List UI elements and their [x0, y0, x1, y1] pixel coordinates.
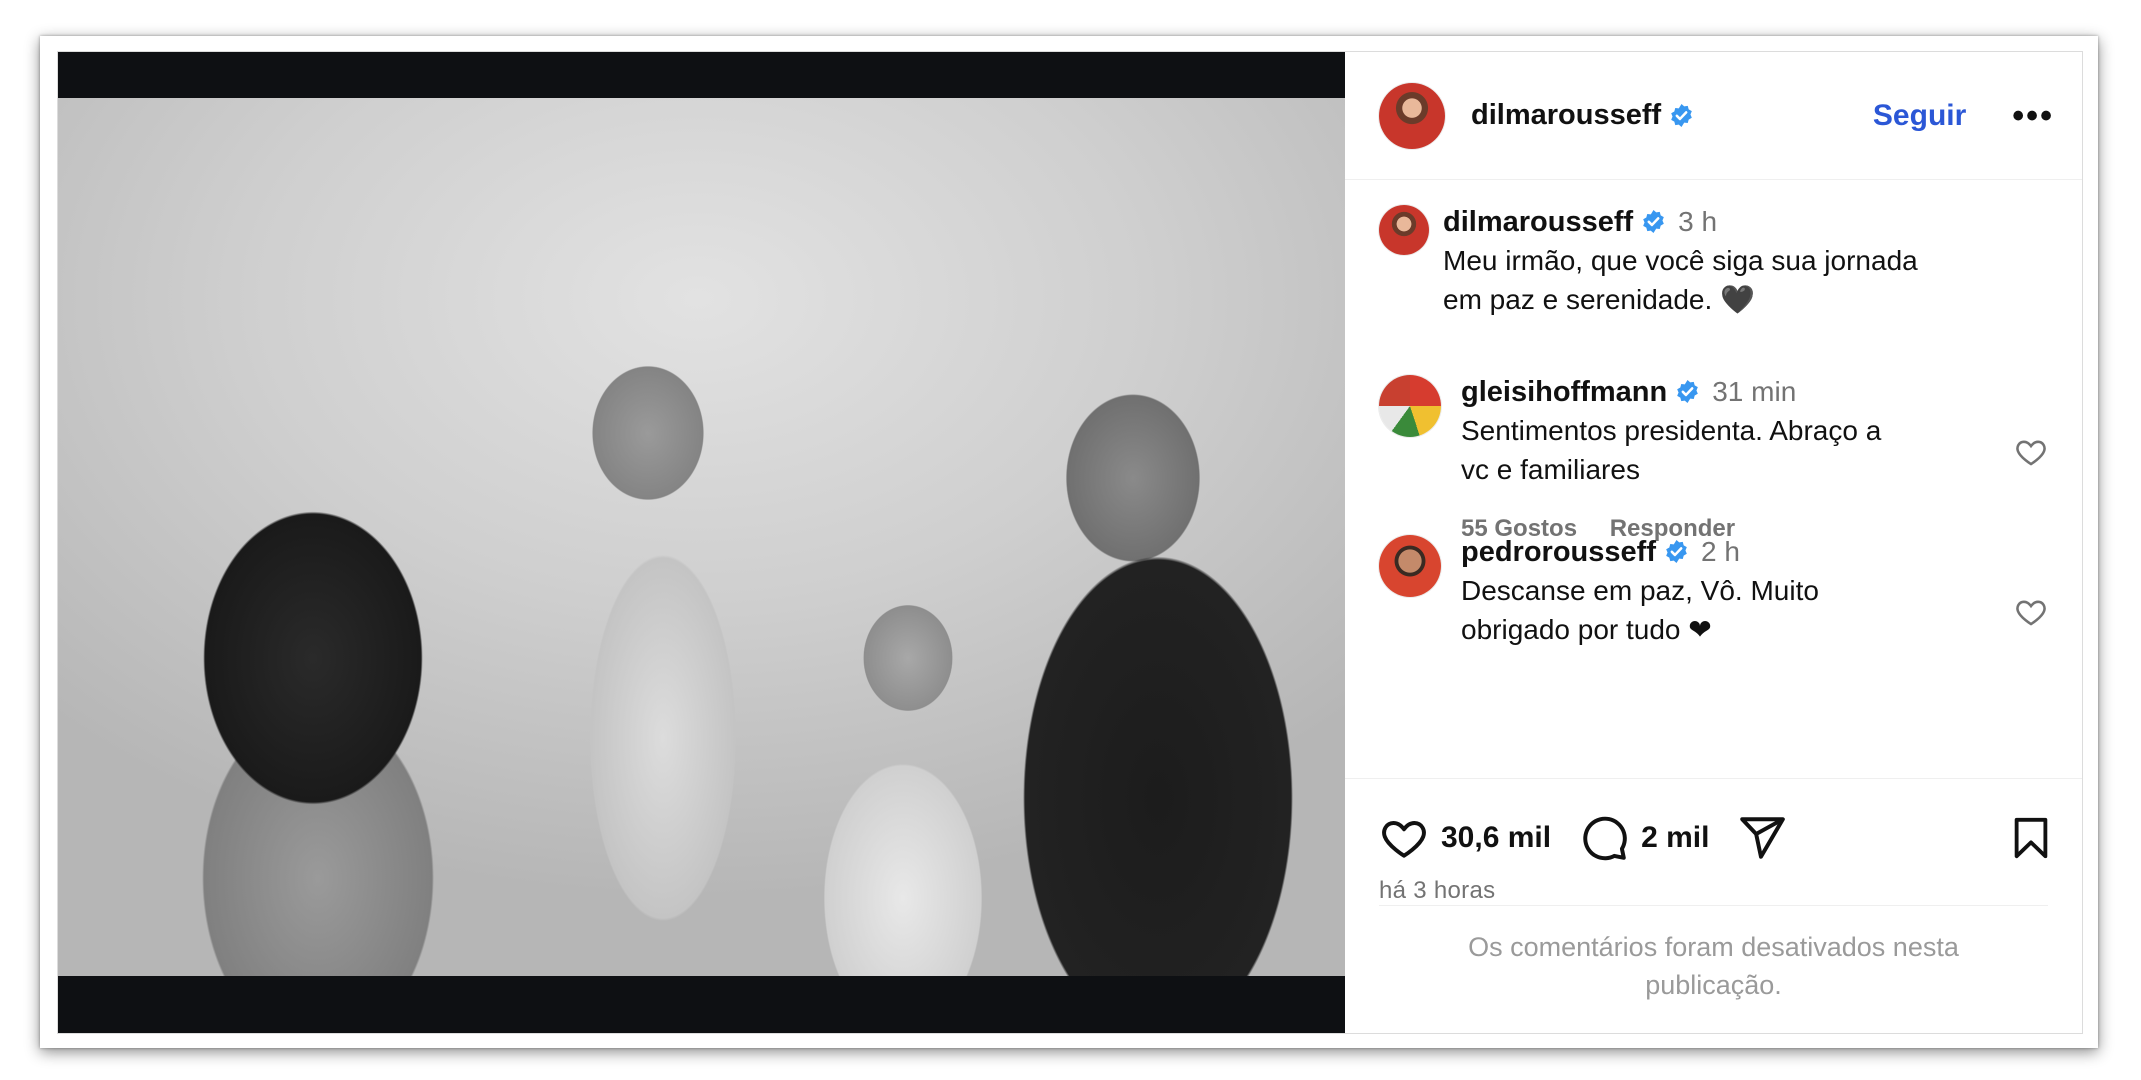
caption-body: dilmarousseff 3 h Meu irmão, que você sig… [1443, 203, 2054, 319]
comments-divider [1379, 905, 2048, 906]
post-sidebar: dilmarousseff Seguir ••• dilmarousseff 3 … [1345, 52, 2082, 1033]
comment-timestamp: 2 h [1700, 536, 1740, 567]
comment-text-line1: Sentimentos presidenta. Abraço a [1461, 415, 1882, 446]
comment-bubble-icon[interactable] [1579, 813, 1629, 863]
commenter-avatar[interactable] [1379, 375, 1441, 437]
comment-body: pedrorousseff 2 h Descanse em paz, Vô. Mu… [1461, 533, 2054, 649]
verified-badge-icon [1666, 540, 1687, 563]
family-photo-image[interactable] [58, 98, 1345, 976]
verified-badge-icon [1643, 210, 1664, 233]
caption-text-line1: Meu irmão, que você siga sua jornada [1443, 245, 1918, 276]
commenter-avatar[interactable] [1379, 535, 1441, 597]
post-header: dilmarousseff Seguir ••• [1345, 52, 2082, 180]
actions-row: 30,6 mil 2 mil [1379, 813, 2054, 863]
comment-item: gleisihoffmann 31 min Sentimentos preside… [1379, 373, 2054, 543]
share-send-icon[interactable] [1737, 813, 1787, 863]
save-bookmark-icon[interactable] [2008, 813, 2054, 863]
caption-item: dilmarousseff 3 h Meu irmão, que você sig… [1379, 203, 2054, 319]
post-dialog: dilmarousseff Seguir ••• dilmarousseff 3 … [57, 51, 2083, 1034]
comment-text-line2: vc e familiares [1461, 454, 1640, 485]
caption-author-username[interactable]: dilmarousseff [1443, 206, 1633, 238]
comments-list[interactable]: dilmarousseff 3 h Meu irmão, que você sig… [1345, 181, 2082, 777]
comment-like-heart-icon[interactable] [2014, 595, 2048, 629]
comment-body: gleisihoffmann 31 min Sentimentos preside… [1461, 373, 2054, 543]
commenter-username[interactable]: gleisihoffmann [1461, 376, 1667, 408]
caption-text-line2: em paz e serenidade. 🖤 [1443, 284, 1755, 315]
like-count[interactable]: 30,6 mil [1441, 821, 1551, 855]
comment-text-line2: obrigado por tudo ❤ [1461, 614, 1712, 645]
comments-disabled-line1: Os comentários foram desativados nesta [1468, 932, 1959, 962]
caption-timestamp: 3 h [1678, 206, 1718, 237]
comment-count[interactable]: 2 mil [1641, 821, 1709, 855]
comment-item: pedrorousseff 2 h Descanse em paz, Vô. Mu… [1379, 533, 2054, 649]
comment-timestamp: 31 min [1712, 376, 1797, 407]
like-heart-icon[interactable] [1379, 813, 1429, 863]
comments-disabled-line2: publicação. [1645, 970, 1782, 1000]
author-avatar[interactable] [1379, 82, 1445, 149]
commenter-username[interactable]: pedrorousseff [1461, 536, 1656, 568]
post-actions-bar: 30,6 mil 2 mil há 3 horas [1345, 778, 2082, 905]
verified-badge-icon [1671, 104, 1692, 127]
comment-like-heart-icon[interactable] [2014, 435, 2048, 469]
follow-button[interactable]: Seguir [1873, 99, 1966, 133]
more-options-icon[interactable]: ••• [2012, 99, 2054, 133]
post-card-frame: dilmarousseff Seguir ••• dilmarousseff 3 … [40, 36, 2098, 1048]
post-age: há 3 horas [1379, 877, 1496, 904]
comments-disabled-notice: Os comentários foram desativados nesta p… [1405, 928, 2022, 1004]
caption-author-avatar[interactable] [1379, 205, 1429, 255]
verified-badge-icon [1677, 380, 1699, 403]
author-username[interactable]: dilmarousseff [1471, 99, 1661, 132]
comment-text-line1: Descanse em paz, Vô. Muito [1461, 575, 1819, 606]
post-photo-panel[interactable] [58, 52, 1345, 1033]
